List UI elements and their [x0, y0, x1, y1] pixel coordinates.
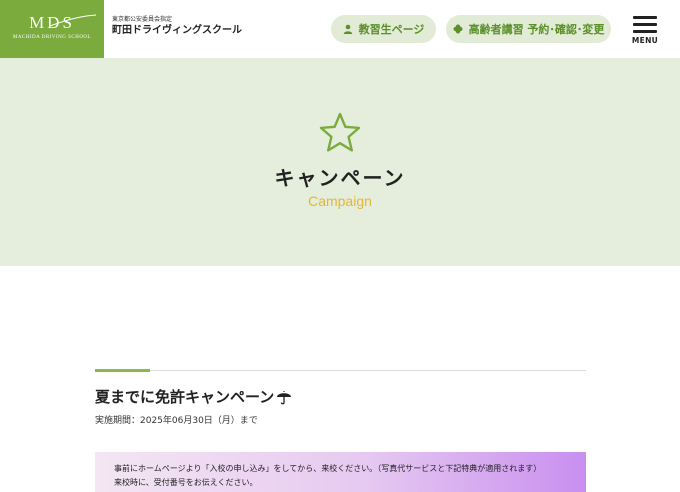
clover-icon	[453, 24, 463, 34]
page-hero: キャンペーン Campaign	[0, 58, 680, 266]
person-icon	[343, 24, 352, 34]
menu-button[interactable]: MENU	[628, 14, 662, 48]
star-icon	[319, 112, 361, 152]
page-subtitle: Campaign	[308, 193, 372, 209]
page-title: キャンペーン	[274, 166, 406, 190]
campaign-period: 実施期間：2025年06月30日（月）まで	[95, 416, 258, 426]
umbrella-icon	[277, 390, 292, 404]
menu-label: MENU	[631, 36, 659, 45]
site-logo[interactable]: MDS MACHIDA DRIVING SCHOOL	[0, 0, 104, 58]
school-identity: 東京都公安委員会指定 町田ドライヴィングスクール	[112, 16, 242, 38]
school-name: 町田ドライヴィングスクール	[112, 25, 242, 36]
notice-text: 来校時に、受付番号をお伝えください。	[114, 478, 258, 487]
hamburger-icon	[633, 16, 657, 19]
campaign-title-text: 夏までに免許キャンペーン	[95, 388, 275, 406]
student-page-label: 教習生ページ	[358, 23, 425, 36]
notice-text: 事前にホームページより「入校の申し込み」をしてから、来校ください。（写真代サービ…	[114, 464, 542, 473]
section-divider	[95, 370, 586, 371]
site-header: MDS MACHIDA DRIVING SCHOOL 東京都公安委員会指定 町田…	[0, 0, 680, 58]
student-page-button[interactable]: 教習生ページ	[331, 15, 436, 43]
senior-course-button[interactable]: 高齢者講習 予約･確認･変更	[446, 15, 611, 43]
senior-course-label: 高齢者講習 予約･確認･変更	[468, 23, 605, 36]
logo-mark: MDS	[29, 13, 75, 32]
campaign-notice: 事前にホームページより「入校の申し込み」をしてから、来校ください。（写真代サービ…	[95, 452, 586, 492]
school-tagline: 東京都公安委員会指定	[112, 16, 173, 23]
section-divider-accent	[95, 369, 150, 372]
logo-subtitle: MACHIDA DRIVING SCHOOL	[12, 35, 92, 40]
campaign-title[interactable]: 夏までに免許キャンペーン	[95, 386, 292, 407]
